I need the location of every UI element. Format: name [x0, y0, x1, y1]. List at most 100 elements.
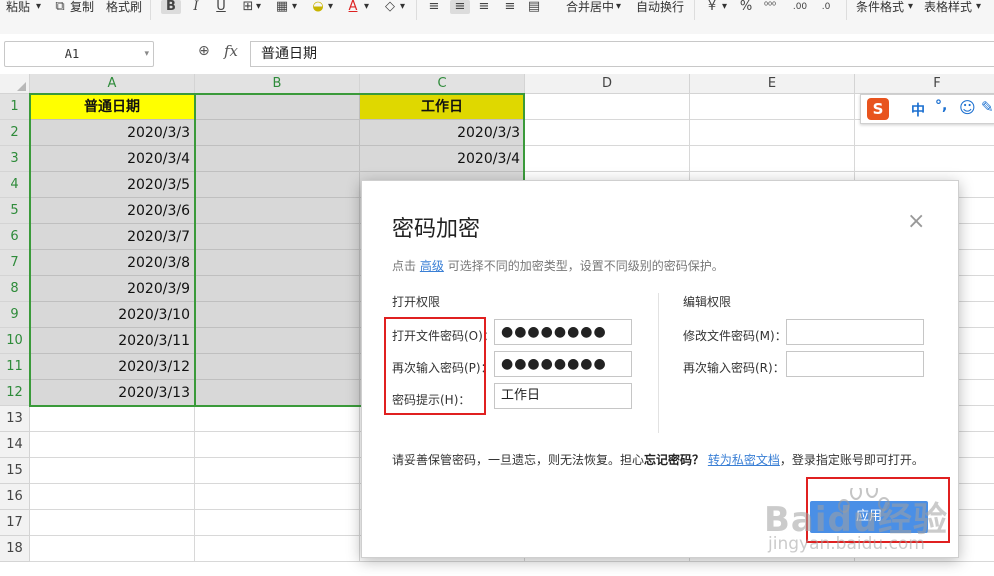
column-header[interactable]: E [690, 74, 855, 94]
cell-fill-icon[interactable]: ▦ [274, 0, 290, 14]
edit-confirm-field[interactable] [786, 351, 924, 377]
open-password-field[interactable]: ●●●●●●●● [494, 319, 632, 345]
cell[interactable] [690, 120, 855, 146]
private-doc-link[interactable]: 转为私密文档 [708, 453, 780, 467]
advanced-link[interactable]: 高级 [420, 259, 444, 273]
row-header[interactable]: 18 [0, 536, 30, 562]
password-hint-field[interactable]: 工作日 [494, 383, 632, 409]
cell-c1[interactable]: 工作日 [360, 94, 525, 120]
distributed-align-icon[interactable]: ▤ [526, 0, 542, 14]
select-all-corner[interactable] [0, 74, 30, 94]
column-header[interactable]: F [855, 74, 994, 94]
row-header[interactable]: 4 [0, 172, 30, 198]
cell-date[interactable]: 2020/3/7 [30, 224, 195, 250]
row-header[interactable]: 10 [0, 328, 30, 354]
cell-a1[interactable]: 普通日期 [30, 94, 195, 120]
zoom-icon[interactable]: ⊕ [198, 43, 210, 59]
close-icon[interactable]: × [907, 211, 925, 233]
cell[interactable] [195, 276, 360, 302]
align-right-icon[interactable]: ≡ [476, 0, 492, 14]
copy-button[interactable]: 复制 [70, 0, 94, 14]
paste-dropdown-icon[interactable]: ▾ [36, 0, 41, 14]
open-confirm-field[interactable]: ●●●●●●●● [494, 351, 632, 377]
decrease-decimal-icon[interactable]: .0 [818, 0, 834, 14]
justify-icon[interactable]: ≡ [502, 0, 518, 14]
ime-mode-toggle[interactable]: 中 [911, 100, 925, 120]
cell[interactable] [855, 146, 994, 172]
column-header[interactable]: D [525, 74, 690, 94]
copy-icon[interactable]: ⧉ [52, 0, 68, 14]
row-header[interactable]: 9 [0, 302, 30, 328]
cell-date[interactable]: 2020/3/5 [30, 172, 195, 198]
highlight-icon[interactable]: ◒ [310, 0, 326, 14]
conditional-format-dropdown-icon[interactable]: ▾ [908, 0, 913, 14]
ime-toolbar[interactable]: S 中 °, ☺ ✎ [860, 94, 994, 124]
row-header[interactable]: 5 [0, 198, 30, 224]
row-header[interactable]: 6 [0, 224, 30, 250]
cell-date[interactable]: 2020/3/12 [30, 354, 195, 380]
increase-decimal-icon[interactable]: .00 [792, 0, 808, 14]
row-header[interactable]: 16 [0, 484, 30, 510]
cell[interactable] [195, 406, 360, 432]
chevron-down-icon[interactable]: ▾ [144, 42, 149, 66]
row-header[interactable]: 11 [0, 354, 30, 380]
column-header[interactable]: C [360, 74, 525, 94]
cell-workday[interactable]: 2020/3/3 [360, 120, 525, 146]
cell-date[interactable]: 2020/3/9 [30, 276, 195, 302]
row-header[interactable]: 7 [0, 250, 30, 276]
percent-button[interactable]: % [738, 0, 754, 14]
cell-date[interactable]: 2020/3/3 [30, 120, 195, 146]
cell[interactable] [195, 458, 360, 484]
row-header[interactable]: 17 [0, 510, 30, 536]
cell[interactable] [195, 380, 360, 406]
cell[interactable] [195, 432, 360, 458]
row-header[interactable]: 12 [0, 380, 30, 406]
cell[interactable] [195, 120, 360, 146]
italic-button[interactable]: I [188, 0, 204, 14]
bold-button[interactable]: B [161, 0, 181, 14]
format-painter-button[interactable]: 格式刷 [106, 0, 142, 14]
cell[interactable] [195, 250, 360, 276]
cell-date[interactable]: 2020/3/10 [30, 302, 195, 328]
cell[interactable] [30, 458, 195, 484]
cell[interactable] [195, 94, 360, 120]
cell[interactable] [30, 536, 195, 562]
cell[interactable] [30, 510, 195, 536]
column-header[interactable]: A [30, 74, 195, 94]
cell[interactable] [195, 224, 360, 250]
cell[interactable] [195, 328, 360, 354]
apply-button[interactable]: 应用 [810, 501, 928, 533]
wrap-text-button[interactable]: 自动换行 [636, 0, 684, 14]
cell[interactable] [30, 432, 195, 458]
cell[interactable] [195, 354, 360, 380]
ime-punct-toggle[interactable]: °, [935, 98, 947, 114]
thousands-icon[interactable]: ⁰⁰⁰ [762, 0, 778, 14]
column-header[interactable]: B [195, 74, 360, 94]
cell-date[interactable]: 2020/3/11 [30, 328, 195, 354]
merge-dropdown-icon[interactable]: ▾ [616, 0, 621, 14]
clear-dropdown-icon[interactable]: ▾ [400, 0, 405, 14]
font-color-dropdown-icon[interactable]: ▾ [364, 0, 369, 14]
currency-dropdown-icon[interactable]: ▾ [722, 0, 727, 14]
row-header[interactable]: 1 [0, 94, 30, 120]
edit-password-field[interactable] [786, 319, 924, 345]
cell-date[interactable]: 2020/3/4 [30, 146, 195, 172]
fx-label[interactable]: fx [224, 42, 238, 60]
border-icon[interactable]: ⊞ [240, 0, 256, 14]
name-box[interactable]: A1 ▾ [4, 41, 154, 67]
cell[interactable] [525, 146, 690, 172]
row-header[interactable]: 13 [0, 406, 30, 432]
cell[interactable] [195, 510, 360, 536]
formula-input[interactable]: 普通日期 [250, 41, 994, 67]
font-color-button[interactable]: A [345, 0, 361, 14]
row-header[interactable]: 8 [0, 276, 30, 302]
pen-icon[interactable]: ✎ [981, 98, 994, 116]
underline-button[interactable]: U [213, 0, 229, 14]
eraser-icon[interactable]: ◇ [382, 0, 398, 14]
paste-button[interactable]: 粘贴 [6, 0, 30, 14]
cell[interactable] [690, 94, 855, 120]
currency-icon[interactable]: ¥ [704, 0, 720, 14]
conditional-format-button[interactable]: 条件格式 [856, 0, 904, 14]
table-style-dropdown-icon[interactable]: ▾ [976, 0, 981, 14]
highlight-dropdown-icon[interactable]: ▾ [328, 0, 333, 14]
